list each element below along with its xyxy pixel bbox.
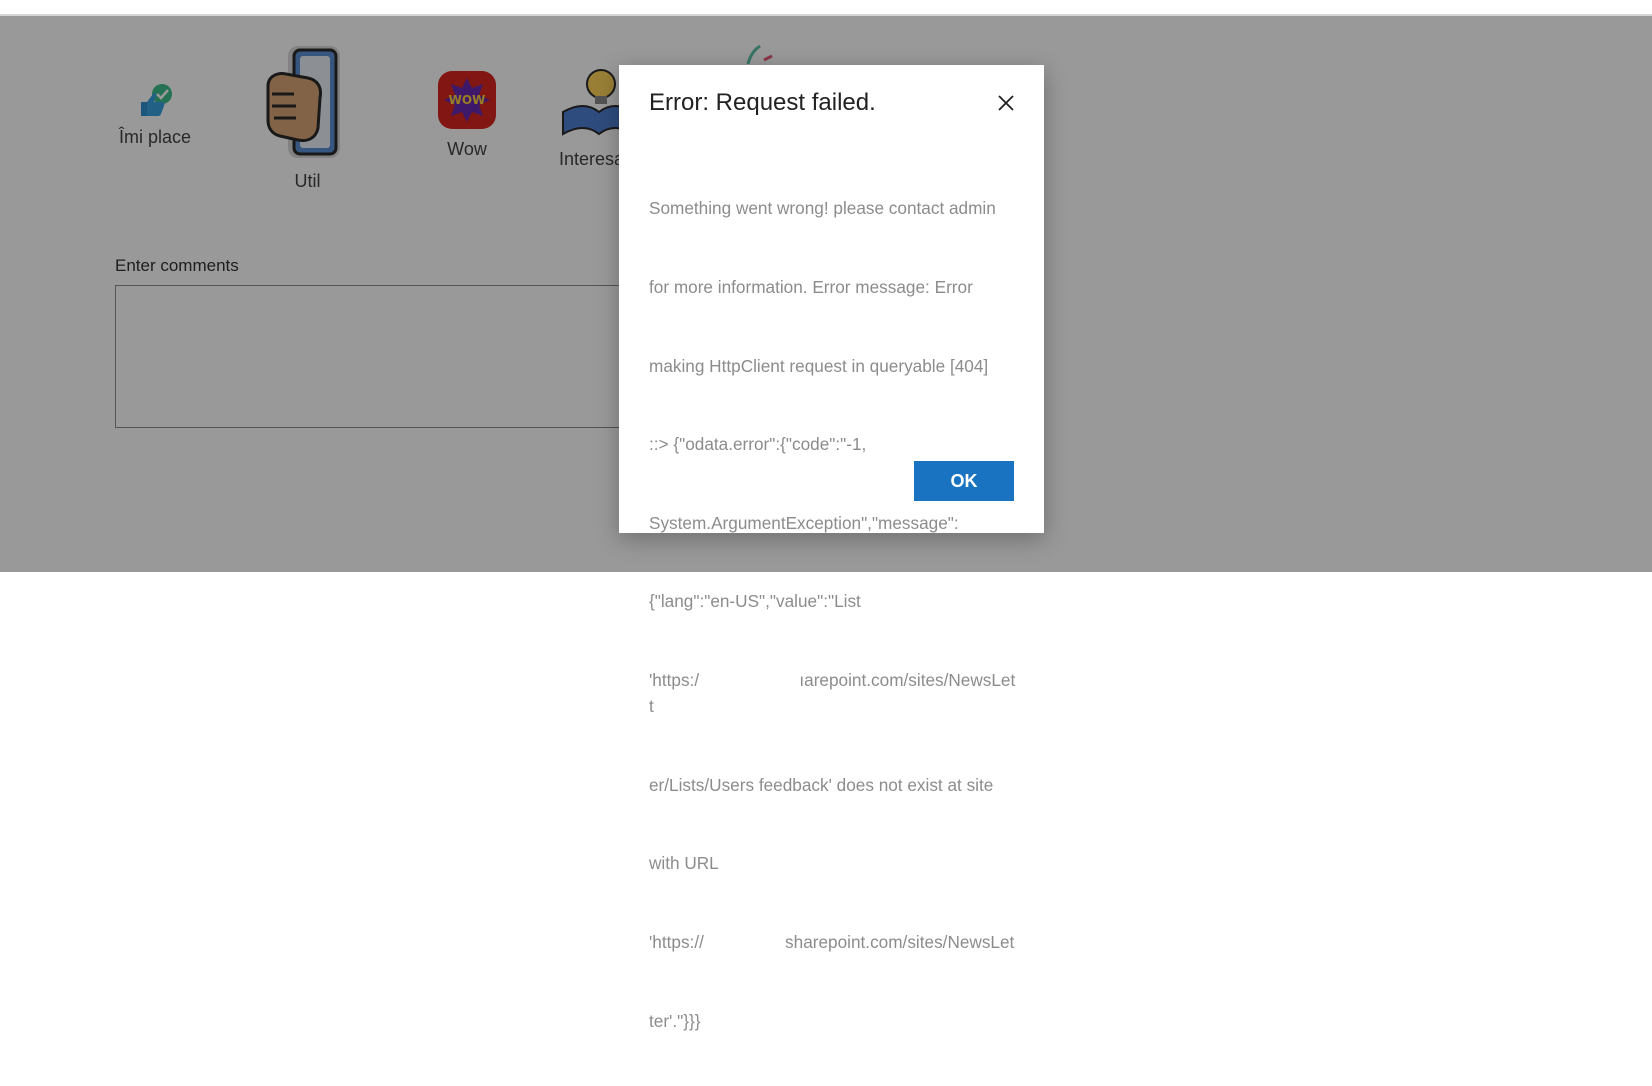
- message-line: ter'."}}}: [649, 1010, 701, 1031]
- message-line: 'https:// sharepoint.com/sites/NewsLet: [649, 932, 1015, 953]
- dialog-message: Something went wrong! please contact adm…: [649, 143, 1017, 1086]
- message-line: {"lang":"en-US","value":"List: [649, 591, 861, 612]
- message-line: making HttpClient request in queryable […: [649, 355, 989, 376]
- message-line: with URL: [649, 853, 719, 874]
- message-line: 'https:/ ıarepoint.com/sites/NewsLett: [649, 670, 1016, 717]
- message-line: Something went wrong! please contact adm…: [649, 198, 996, 219]
- message-line: System.ArgumentException","message":: [649, 512, 959, 533]
- close-icon: [998, 95, 1014, 111]
- message-line: for more information. Error message: Err…: [649, 277, 973, 298]
- message-line: ::> {"odata.error":{"code":"-1,: [649, 434, 867, 455]
- close-button[interactable]: [992, 89, 1020, 117]
- error-dialog: Error: Request failed. Something went wr…: [619, 65, 1044, 1031]
- message-line: er/Lists/Users feedback' does not exist …: [649, 774, 994, 795]
- ok-button[interactable]: OK: [914, 461, 1014, 501]
- dialog-title: Error: Request failed.: [649, 89, 876, 116]
